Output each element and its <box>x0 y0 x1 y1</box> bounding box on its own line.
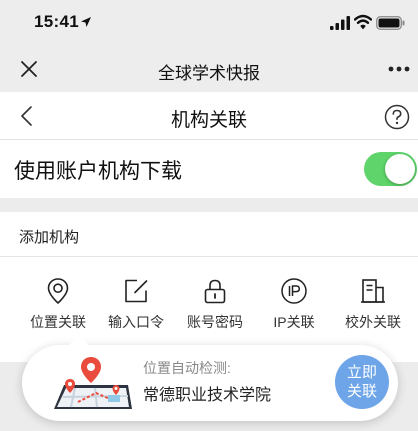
ip-icon <box>281 278 307 304</box>
battery-icon <box>376 16 405 30</box>
method-location[interactable]: 位置关联 <box>18 277 98 337</box>
page-title: 机构关联 <box>170 110 247 131</box>
location-detect-popup: 位置自动检测: 常德职业技术学院 立即 关联 <box>22 335 398 421</box>
page-header: 机构关联 <box>0 92 418 140</box>
wechat-title: 全球学术快报 <box>158 64 260 83</box>
button-line-1: 立即 <box>346 364 377 381</box>
button-line-2: 关联 <box>346 383 377 400</box>
wechat-navbar: 全球学术快报 <box>0 46 418 92</box>
method-label: 输入口令 <box>108 314 164 330</box>
method-passcode[interactable]: 输入口令 <box>96 277 176 337</box>
status-time: 15:41 <box>34 12 79 31</box>
method-label: 位置关联 <box>30 314 86 330</box>
map-location-icon <box>54 357 132 409</box>
detect-label: 位置自动检测: <box>143 360 231 376</box>
status-bar: 15:41 <box>0 0 418 46</box>
method-label: 账号密码 <box>187 314 243 330</box>
help-icon[interactable] <box>384 104 410 130</box>
association-methods: 位置关联 输入口令 账号密码 IP关联 校外关联 <box>0 277 418 337</box>
location-pin-icon <box>47 278 69 304</box>
toggle-knob <box>385 154 415 184</box>
method-label: 校外关联 <box>345 314 401 330</box>
location-arrow-icon <box>81 17 91 27</box>
method-label: IP关联 <box>273 314 315 330</box>
more-icon[interactable] <box>388 66 410 72</box>
building-icon <box>361 279 385 303</box>
toggle-label: 使用账户机构下载 <box>14 160 182 183</box>
detected-institution: 常德职业技术学院 <box>143 387 272 404</box>
method-account[interactable]: 账号密码 <box>175 277 255 337</box>
method-offcampus[interactable]: 校外关联 <box>333 277 413 337</box>
add-institution-section: 添加机构 位置关联 输入口令 账号密码 IP关联 校外关联 <box>0 212 418 362</box>
account-institution-download-row: 使用账户机构下载 <box>0 140 418 198</box>
lock-icon <box>204 279 226 304</box>
wifi-icon <box>354 14 372 30</box>
method-ip[interactable]: IP关联 <box>254 277 334 337</box>
edit-icon <box>125 279 148 303</box>
associate-now-button[interactable]: 立即 关联 <box>335 355 389 409</box>
section-header: 添加机构 <box>0 212 418 257</box>
account-download-toggle[interactable] <box>364 152 417 186</box>
signal-icon <box>330 16 350 30</box>
section-title: 添加机构 <box>19 229 80 246</box>
